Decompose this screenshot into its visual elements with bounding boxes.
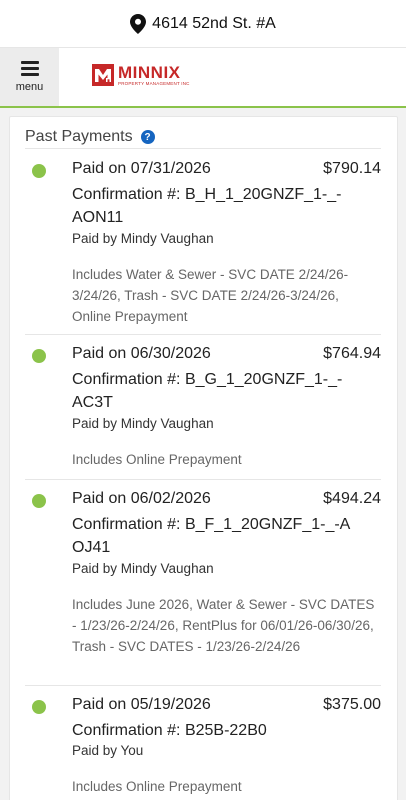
payment-date: Paid on 06/02/2026 bbox=[72, 490, 211, 507]
company-logo[interactable]: MINNIX PROPERTY MANAGEMENT INC bbox=[92, 64, 190, 87]
payment-date: Paid on 05/19/2026 bbox=[72, 696, 211, 713]
confirmation-number: Confirmation #: B_H_1_20GNZF_1-_-AON11 bbox=[72, 186, 342, 226]
status-dot-icon bbox=[32, 349, 46, 363]
help-icon[interactable]: ? bbox=[140, 130, 155, 144]
paid-by: Paid by You bbox=[72, 743, 144, 758]
menu-button[interactable]: menu bbox=[0, 48, 59, 106]
logo-text: MINNIX bbox=[118, 63, 181, 82]
card-header: Past Payments ? bbox=[25, 128, 155, 146]
payment-includes: Includes Online Prepayment bbox=[72, 452, 242, 467]
section-title: Past Payments bbox=[25, 128, 133, 145]
logo-mark-icon bbox=[92, 64, 114, 87]
status-dot-icon bbox=[32, 494, 46, 508]
confirmation-number: Confirmation #: B_G_1_20GNZF_1-_-AC3T bbox=[72, 371, 343, 411]
property-address: 4614 52nd St. #A bbox=[152, 14, 276, 32]
status-dot-icon bbox=[32, 700, 46, 714]
payment-amount: $375.00 bbox=[323, 696, 381, 713]
payment-date: Paid on 07/31/2026 bbox=[72, 160, 211, 177]
confirmation-number: Confirmation #: B25B-22B0 bbox=[72, 722, 267, 739]
top-navigation: menu MINNIX PROPERTY MANAGEMENT INC bbox=[0, 47, 406, 109]
logo-tagline: PROPERTY MANAGEMENT INC bbox=[118, 81, 190, 86]
payment-item[interactable]: Paid on 05/19/2026 $375.00 Confirmation … bbox=[25, 685, 381, 800]
payment-item[interactable]: Paid on 06/02/2026 $494.24 Confirmation … bbox=[25, 479, 381, 685]
payment-includes: Includes Online Prepayment bbox=[72, 779, 242, 794]
payment-amount: $764.94 bbox=[323, 345, 381, 362]
address-bar: 4614 52nd St. #A bbox=[0, 0, 406, 47]
menu-label: menu bbox=[15, 81, 44, 93]
map-pin-icon bbox=[130, 13, 147, 34]
payment-item[interactable]: Paid on 07/31/2026 $790.14 Confirmation … bbox=[25, 148, 381, 334]
status-dot-icon bbox=[32, 164, 46, 178]
confirmation-number: Confirmation #: B_F_1_20GNZF_1-_-AOJ41 bbox=[72, 516, 351, 556]
past-payments-card: Past Payments ? Paid on 07/31/2026 $790.… bbox=[9, 116, 398, 800]
payment-includes: Includes Water & Sewer - SVC DATE 2/24/2… bbox=[72, 267, 349, 324]
payment-amount: $494.24 bbox=[323, 490, 381, 507]
payment-date: Paid on 06/30/2026 bbox=[72, 345, 211, 362]
paid-by: Paid by Mindy Vaughan bbox=[72, 416, 214, 431]
payment-item[interactable]: Paid on 06/30/2026 $764.94 Confirmation … bbox=[25, 334, 381, 479]
payment-includes: Includes June 2026, Water & Sewer - SVC … bbox=[72, 597, 375, 654]
paid-by: Paid by Mindy Vaughan bbox=[72, 231, 214, 246]
payment-amount: $790.14 bbox=[323, 160, 381, 177]
paid-by: Paid by Mindy Vaughan bbox=[72, 561, 214, 576]
hamburger-icon bbox=[20, 61, 39, 76]
